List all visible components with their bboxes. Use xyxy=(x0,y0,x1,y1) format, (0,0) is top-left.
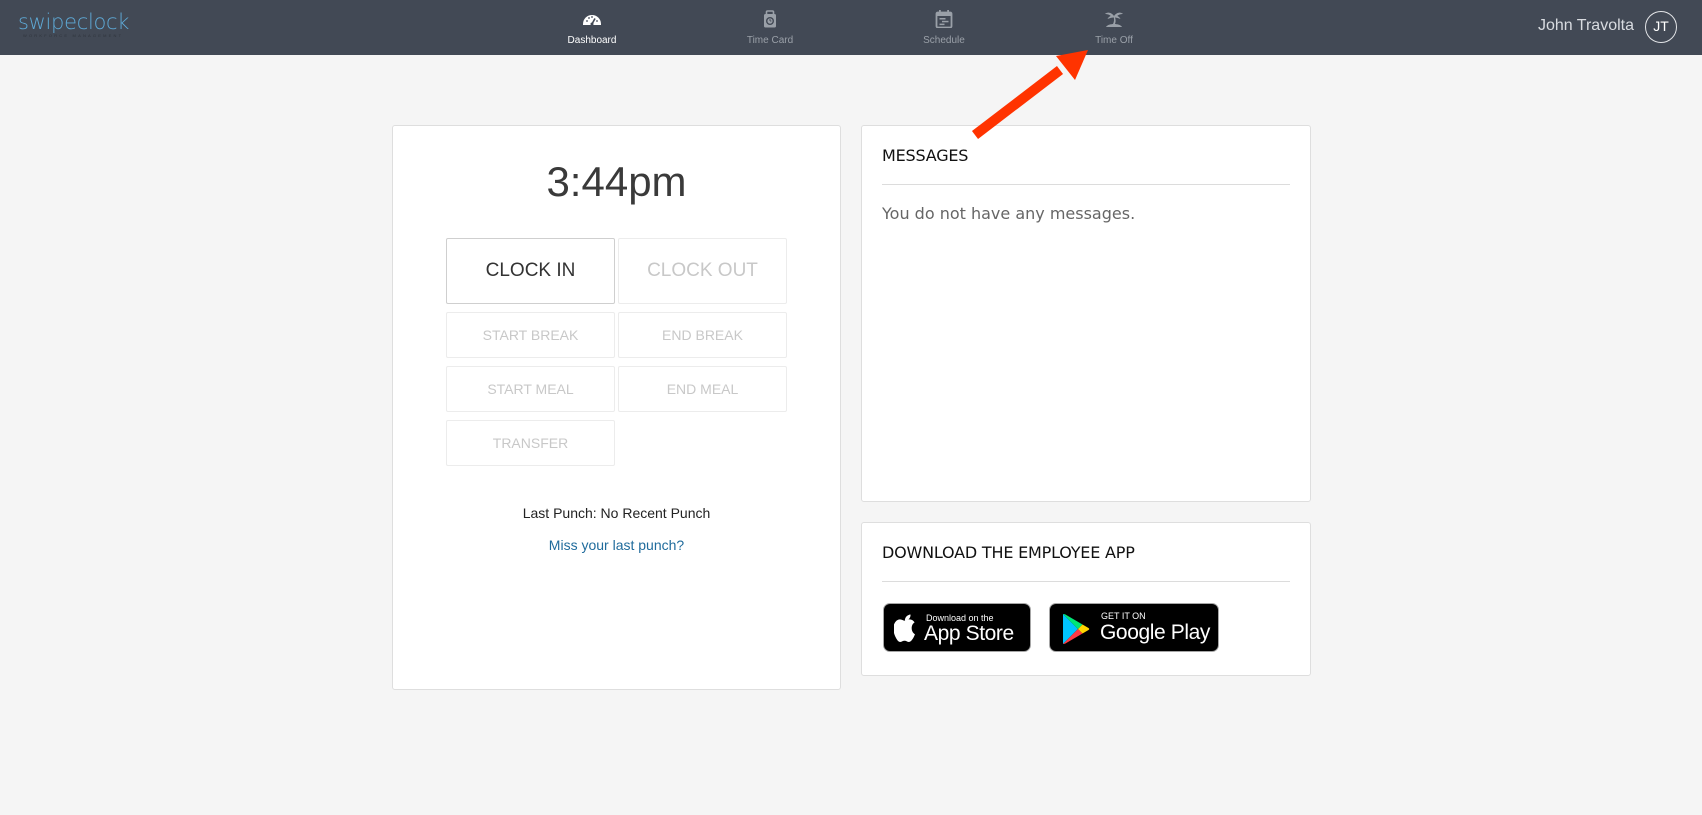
start-break-button[interactable]: START BREAK xyxy=(446,312,615,358)
nav-label: Time Card xyxy=(746,35,794,46)
transfer-button[interactable]: TRANSFER xyxy=(446,420,615,466)
nav-time-off[interactable]: Time Off xyxy=(1059,0,1169,55)
apple-icon xyxy=(894,614,915,642)
google-play-icon xyxy=(1063,614,1090,644)
user-avatar[interactable]: JT xyxy=(1645,11,1677,43)
end-break-button[interactable]: END BREAK xyxy=(618,312,787,358)
nav-time-card[interactable]: Time Card xyxy=(715,0,825,55)
user-name[interactable]: John Travolta xyxy=(1538,17,1634,35)
clock-in-button[interactable]: CLOCK IN xyxy=(446,238,615,304)
start-meal-button[interactable]: START MEAL xyxy=(446,366,615,412)
nav-dashboard[interactable]: Dashboard xyxy=(537,0,647,55)
app-store-badge[interactable]: Download on the App Store xyxy=(883,603,1031,652)
current-time: 3:44pm xyxy=(546,158,687,205)
nav-label: Dashboard xyxy=(567,35,617,46)
palm-tree-icon xyxy=(1105,12,1123,27)
clock-out-button[interactable]: CLOCK OUT xyxy=(618,238,787,304)
logo-wordmark: swipeclock xyxy=(18,10,130,34)
download-app-card: DOWNLOAD THE EMPLOYEE APP Download on th… xyxy=(861,522,1311,676)
google-play-small-text: GET IT ON xyxy=(1101,611,1146,621)
messages-divider xyxy=(882,184,1290,185)
messages-empty-text: You do not have any messages. xyxy=(882,204,1136,223)
download-app-title: DOWNLOAD THE EMPLOYEE APP xyxy=(882,543,1135,562)
clock-card: 3:44pm CLOCK IN CLOCK OUT START BREAK EN… xyxy=(392,125,841,690)
time-card-icon xyxy=(764,10,776,28)
nav-label: Schedule xyxy=(923,35,965,46)
download-divider xyxy=(882,581,1290,582)
google-play-badge[interactable]: GET IT ON Google Play xyxy=(1049,603,1219,652)
logo-subtitle: WORKFORCE MANAGEMENT xyxy=(23,33,124,38)
app-store-big-text: App Store xyxy=(924,622,1014,645)
last-punch-status: Last Punch: No Recent Punch xyxy=(522,505,711,521)
nav-schedule[interactable]: Schedule xyxy=(889,0,999,55)
messages-title: MESSAGES xyxy=(882,146,969,165)
top-navigation-bar: swipeclock WORKFORCE MANAGEMENT Dashboar… xyxy=(0,0,1702,55)
nav-label: Time Off xyxy=(1095,35,1133,46)
end-meal-button[interactable]: END MEAL xyxy=(618,366,787,412)
missed-punch-link[interactable]: Miss your last punch? xyxy=(393,537,840,553)
dashboard-gauge-icon xyxy=(583,15,601,26)
calendar-icon xyxy=(935,10,953,28)
messages-card: MESSAGES You do not have any messages. xyxy=(861,125,1311,502)
google-play-big-text: Google Play xyxy=(1100,621,1211,644)
swipeclock-logo[interactable]: swipeclock WORKFORCE MANAGEMENT xyxy=(18,11,129,38)
